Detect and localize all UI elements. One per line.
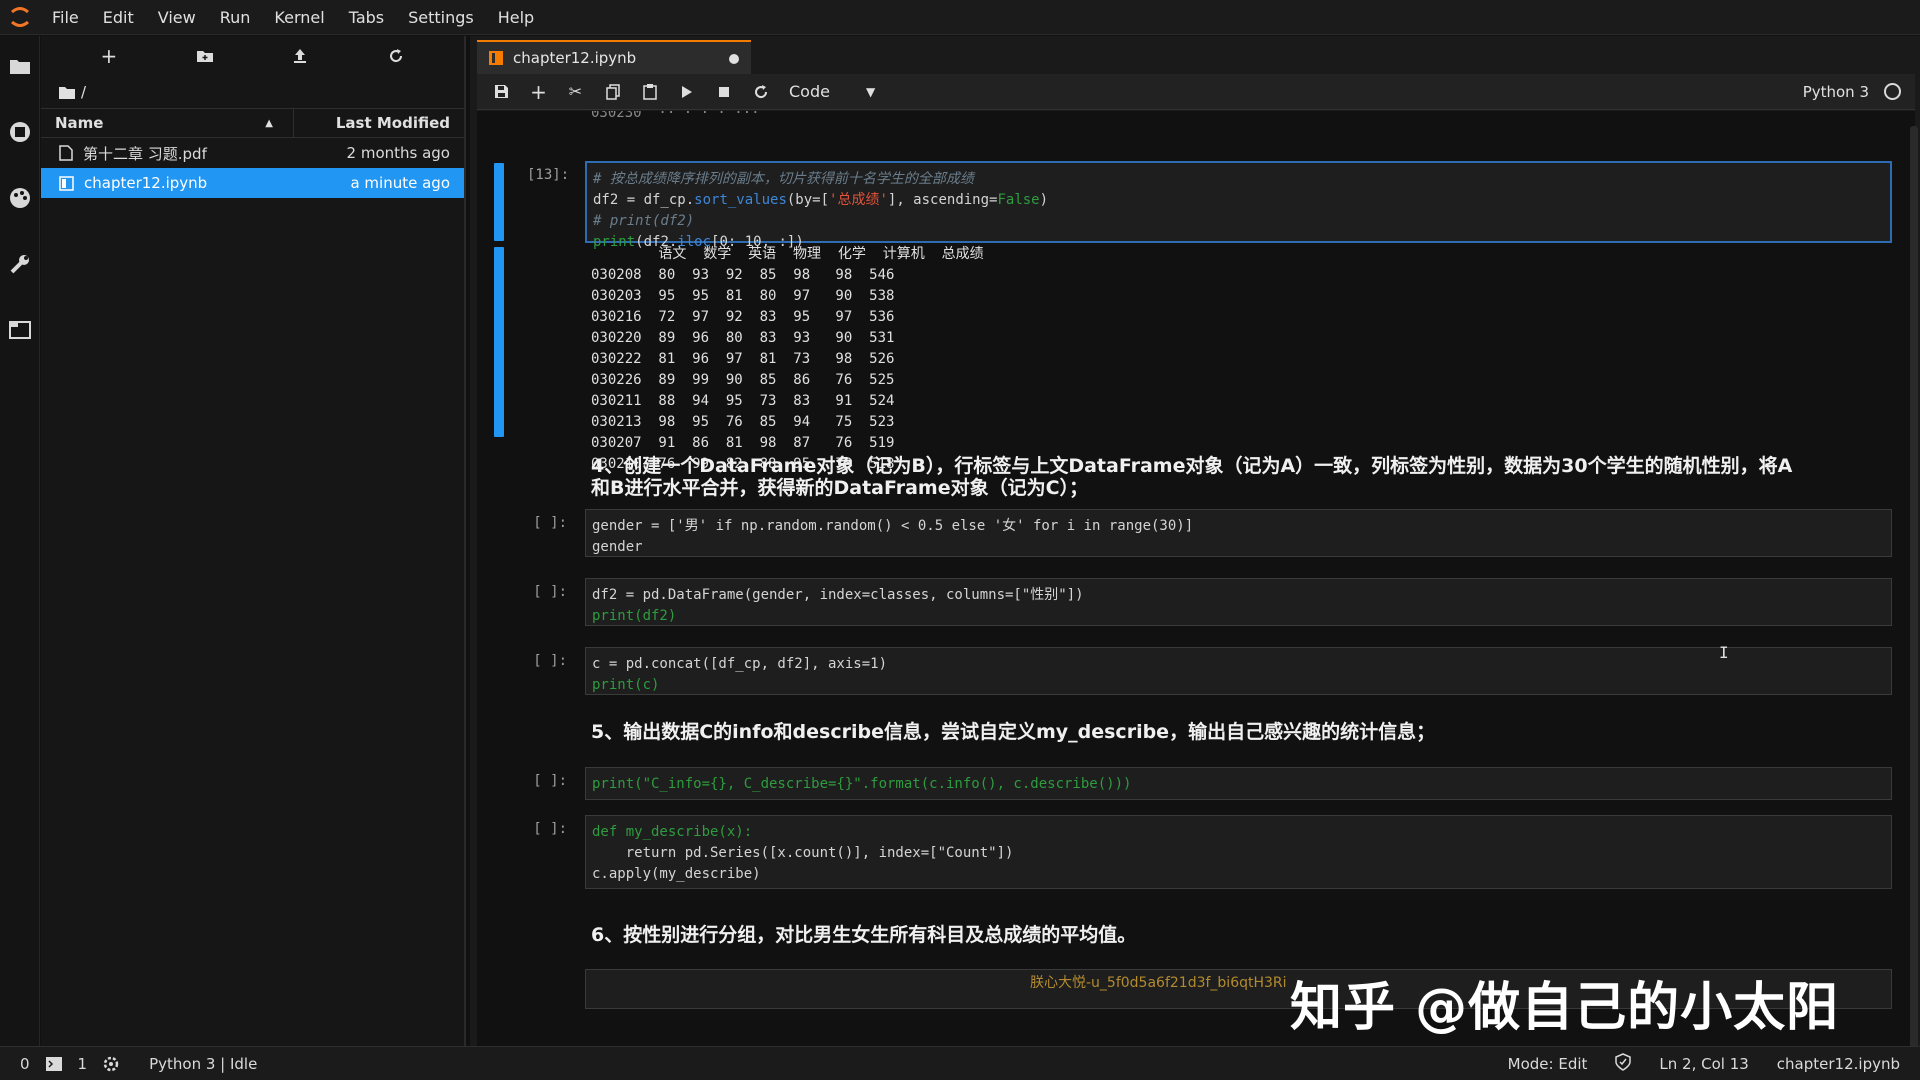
code-cell-13[interactable]: # 按总成绩降序排列的副本，切片获得前十名学生的全部成绩 df2 = df_cp… — [585, 161, 1892, 250]
palette-icon[interactable] — [0, 178, 40, 218]
run-icon[interactable] — [668, 76, 705, 108]
menu-view[interactable]: View — [146, 0, 208, 35]
tab-bar: chapter12.ipynb — [470, 36, 1920, 74]
tab-title: chapter12.ipynb — [513, 49, 637, 67]
watermark-small: 朕心大悦-u_5f0d5a6f21d3f_bi6qtH3Ri — [1030, 975, 1287, 991]
output-collapser[interactable] — [494, 247, 504, 437]
upload-icon[interactable] — [280, 40, 320, 72]
paste-icon[interactable] — [631, 76, 668, 108]
cell-prompt: [ ]: — [533, 584, 567, 600]
status-count-terminals[interactable]: 0 — [0, 1055, 38, 1073]
tabs-icon[interactable] — [0, 310, 40, 350]
menu-edit[interactable]: Edit — [91, 0, 146, 35]
wrench-icon[interactable] — [0, 244, 40, 284]
column-name-header[interactable]: Name ▲ — [41, 109, 294, 137]
scrollbar[interactable] — [1910, 126, 1918, 1056]
menu-bar: File Edit View Run Kernel Tabs Settings … — [0, 0, 1920, 35]
file-row-pdf[interactable]: 第十二章 习题.pdf 2 months ago — [41, 138, 464, 168]
output-13: 语文 数学 英语 物理 化学 计算机 总成绩 030208 80 93 92 8… — [591, 246, 984, 472]
text-cursor-icon: I — [1719, 643, 1729, 662]
status-bar: 0 1 Python 3 | Idle Mode: Edit Ln 2, Col… — [0, 1046, 1920, 1080]
menu-help[interactable]: Help — [486, 0, 546, 35]
file-browser: + / Name ▲ Last Modified 第十二章 习题.pdf 2 m… — [41, 36, 466, 1046]
unsaved-dot-icon[interactable] — [729, 54, 739, 64]
code-cell-df2[interactable]: df2 = pd.DataFrame(gender, index=classes… — [585, 578, 1892, 626]
cursor-position[interactable]: Ln 2, Col 13 — [1659, 1055, 1748, 1073]
markdown-cell-4[interactable]: 4、创建一个DataFrame对象（记为B），行标签与上文DataFrame对象… — [591, 455, 1891, 499]
code-cell-my-describe[interactable]: def my_describe(x): return pd.Series([x.… — [585, 815, 1892, 889]
notebook-icon — [489, 51, 503, 65]
menu-tabs[interactable]: Tabs — [337, 0, 396, 35]
code-cell-gender[interactable]: gender = ['男' if np.random.random() < 0.… — [585, 509, 1892, 557]
activity-bar — [0, 36, 40, 1046]
running-icon[interactable] — [0, 112, 40, 152]
kernel-gear-icon[interactable] — [95, 1056, 127, 1072]
folder-icon[interactable] — [0, 46, 40, 86]
file-name: chapter12.ipynb — [84, 174, 208, 192]
menu-run[interactable]: Run — [208, 0, 263, 35]
notebook-content[interactable]: 030230 ·· · · · ··· [13]: # 按总成绩降序排列的副本，… — [477, 111, 1915, 1046]
cell-collapser[interactable] — [494, 163, 504, 241]
code-cell-concat[interactable]: c = pd.concat([df_cp, df2], axis=1) prin… — [585, 647, 1892, 695]
copy-icon[interactable] — [594, 76, 631, 108]
code-cell-info[interactable]: print("C_info={}, C_describe={}".format(… — [585, 767, 1892, 800]
menu-settings[interactable]: Settings — [396, 0, 486, 35]
terminal-icon[interactable] — [38, 1056, 70, 1071]
new-folder-icon[interactable] — [185, 40, 225, 72]
new-launcher-icon[interactable]: + — [89, 40, 129, 72]
file-list-header: Name ▲ Last Modified — [41, 108, 464, 138]
file-browser-toolbar: + — [41, 36, 464, 76]
kernel-state[interactable]: Python 3 | Idle — [127, 1055, 265, 1073]
restart-icon[interactable] — [742, 76, 779, 108]
save-icon[interactable] — [483, 76, 520, 108]
file-name: 第十二章 习题.pdf — [83, 144, 207, 163]
clipped-output: 030230 ·· · · · ··· — [591, 111, 760, 121]
refresh-icon[interactable] — [376, 40, 416, 72]
file-row-notebook[interactable]: chapter12.ipynb a minute ago — [41, 168, 464, 198]
cell-type-select[interactable]: Code ▼ — [789, 82, 875, 101]
cut-icon[interactable]: ✂ — [557, 76, 594, 108]
cell-prompt: [ ]: — [533, 515, 567, 531]
tab-chapter12[interactable]: chapter12.ipynb — [477, 40, 751, 74]
stop-icon[interactable] — [705, 76, 742, 108]
menu-file[interactable]: File — [40, 0, 91, 35]
jupyter-logo-icon — [0, 0, 40, 35]
kernel-name[interactable]: Python 3 — [1803, 83, 1869, 101]
breadcrumb[interactable]: / — [41, 76, 464, 108]
add-cell-icon[interactable]: + — [520, 76, 557, 108]
notebook-panel: chapter12.ipynb + ✂ Code ▼ Python 3 0302… — [470, 36, 1920, 1056]
column-modified-header[interactable]: Last Modified — [294, 114, 464, 132]
folder-icon — [59, 86, 75, 99]
status-filename: chapter12.ipynb — [1776, 1054, 1900, 1073]
markdown-cell-6[interactable]: 6、按性别进行分组，对比男生女生所有科目及总成绩的平均值。 — [591, 924, 1891, 946]
cell-prompt: [ ]: — [533, 821, 567, 837]
sort-asc-icon: ▲ — [265, 117, 273, 129]
shield-icon[interactable] — [1615, 1052, 1632, 1075]
markdown-cell-5[interactable]: 5、输出数据C的info和describe信息，尝试自定义my_describe… — [591, 721, 1891, 743]
cell-prompt: [ ]: — [533, 653, 567, 669]
mode-indicator: Mode: Edit — [1507, 1054, 1588, 1073]
cell-prompt: [ ]: — [533, 773, 567, 789]
breadcrumb-path[interactable]: / — [81, 83, 86, 101]
notebook-toolbar: + ✂ Code ▼ Python 3 — [477, 74, 1915, 110]
status-count-kernels[interactable]: 1 — [70, 1055, 96, 1073]
notebook-icon — [59, 175, 74, 191]
cell-prompt: [13]: — [527, 167, 570, 183]
menu-kernel[interactable]: Kernel — [262, 0, 336, 35]
chevron-down-icon: ▼ — [865, 84, 876, 99]
file-modified: a minute ago — [350, 174, 450, 192]
file-icon — [59, 145, 73, 161]
kernel-status-icon — [1884, 83, 1901, 100]
cell-type-value: Code — [789, 82, 830, 101]
file-modified: 2 months ago — [346, 144, 450, 162]
watermark: 知乎 @做自己的小太阳 — [1290, 978, 1840, 1038]
